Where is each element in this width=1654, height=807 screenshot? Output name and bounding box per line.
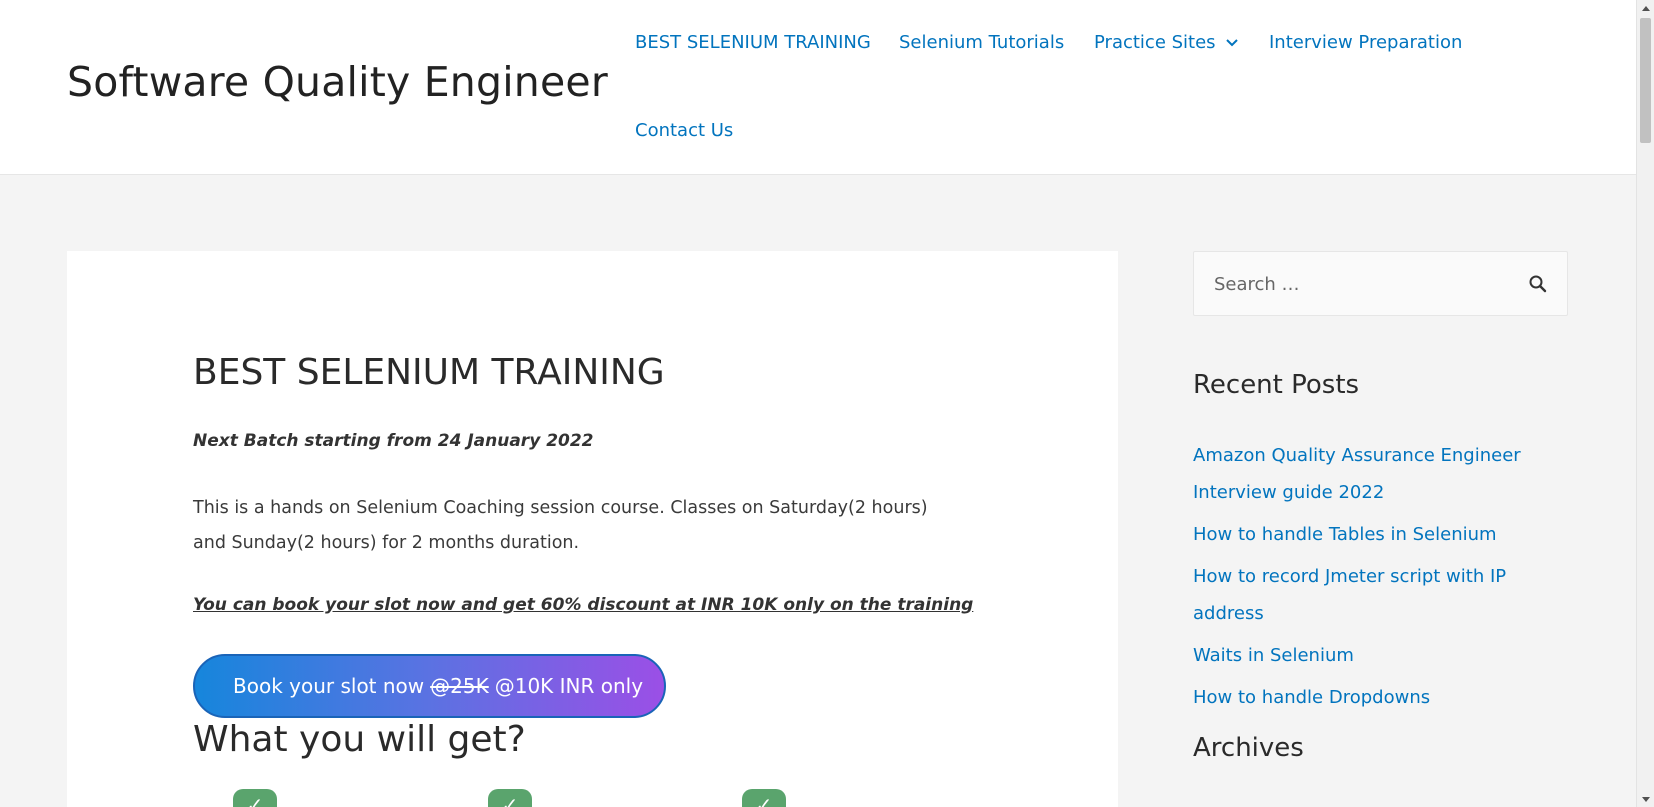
batch-date-text: Next Batch starting from 24 January 2022 [193, 431, 594, 451]
scrollbar[interactable] [1636, 0, 1654, 807]
search-icon [1528, 275, 1548, 297]
book-slot-new-price: @10K INR only [494, 674, 644, 698]
nav-item-selenium-tutorials[interactable]: Selenium Tutorials [899, 32, 1064, 53]
recent-post-link[interactable]: Amazon Quality Assurance Engineer Interv… [1193, 445, 1521, 503]
course-intro-text: This is a hands on Selenium Coaching ses… [193, 498, 928, 553]
list-item: Waits in Selenium [1193, 637, 1568, 674]
check-icon: ✓ [233, 789, 277, 807]
nav-item-interview-preparation[interactable]: Interview Preparation [1269, 32, 1462, 53]
recent-post-link[interactable]: Waits in Selenium [1193, 645, 1354, 666]
nav-item-best-selenium-training[interactable]: BEST SELENIUM TRAINING [635, 32, 871, 53]
list-item: How to record Jmeter script with IP addr… [1193, 558, 1568, 632]
scroll-up-arrow-icon[interactable] [1637, 0, 1654, 16]
book-slot-old-price: @25K [430, 674, 489, 698]
site-header: Software Quality Engineer BEST SELENIUM … [0, 0, 1636, 175]
nav-item-contact-us[interactable]: Contact Us [635, 120, 733, 141]
discount-text: You can book your slot now and get 60% d… [193, 595, 974, 615]
list-item: How to handle Tables in Selenium [1193, 516, 1568, 553]
book-slot-button-prefix: Book your slot now [233, 674, 425, 698]
nav-item-practice-sites-label: Practice Sites [1094, 32, 1216, 53]
recent-posts-list: Amazon Quality Assurance Engineer Interv… [1193, 437, 1568, 721]
nav-item-practice-sites[interactable]: Practice Sites [1094, 32, 1238, 53]
check-icon: ✓ [488, 789, 532, 807]
recent-posts-title: Recent Posts [1193, 370, 1360, 400]
site-title[interactable]: Software Quality Engineer [67, 58, 608, 106]
recent-post-link[interactable]: How to handle Tables in Selenium [1193, 524, 1497, 545]
scrollbar-thumb[interactable] [1640, 18, 1651, 143]
main-nav: BEST SELENIUM TRAINING Selenium Tutorial… [635, 0, 1595, 175]
what-you-will-get-heading: What you will get? [193, 719, 526, 760]
content-card: BEST SELENIUM TRAINING Next Batch starti… [67, 251, 1118, 807]
chevron-down-icon[interactable] [1225, 38, 1238, 47]
list-item: How to handle Dropdowns [1193, 679, 1568, 716]
scroll-down-arrow-icon[interactable] [1637, 791, 1654, 807]
search-button[interactable] [1527, 274, 1549, 296]
search-input[interactable] [1214, 266, 1494, 302]
check-icon: ✓ [742, 789, 786, 807]
archives-title: Archives [1193, 733, 1304, 763]
book-slot-button[interactable]: Book your slot now @25K @10K INR only [193, 654, 666, 718]
page-title: BEST SELENIUM TRAINING [193, 352, 665, 393]
recent-post-link[interactable]: How to record Jmeter script with IP addr… [1193, 566, 1506, 624]
recent-post-link[interactable]: How to handle Dropdowns [1193, 687, 1430, 708]
list-item: Amazon Quality Assurance Engineer Interv… [1193, 437, 1568, 511]
search-form [1193, 251, 1568, 316]
